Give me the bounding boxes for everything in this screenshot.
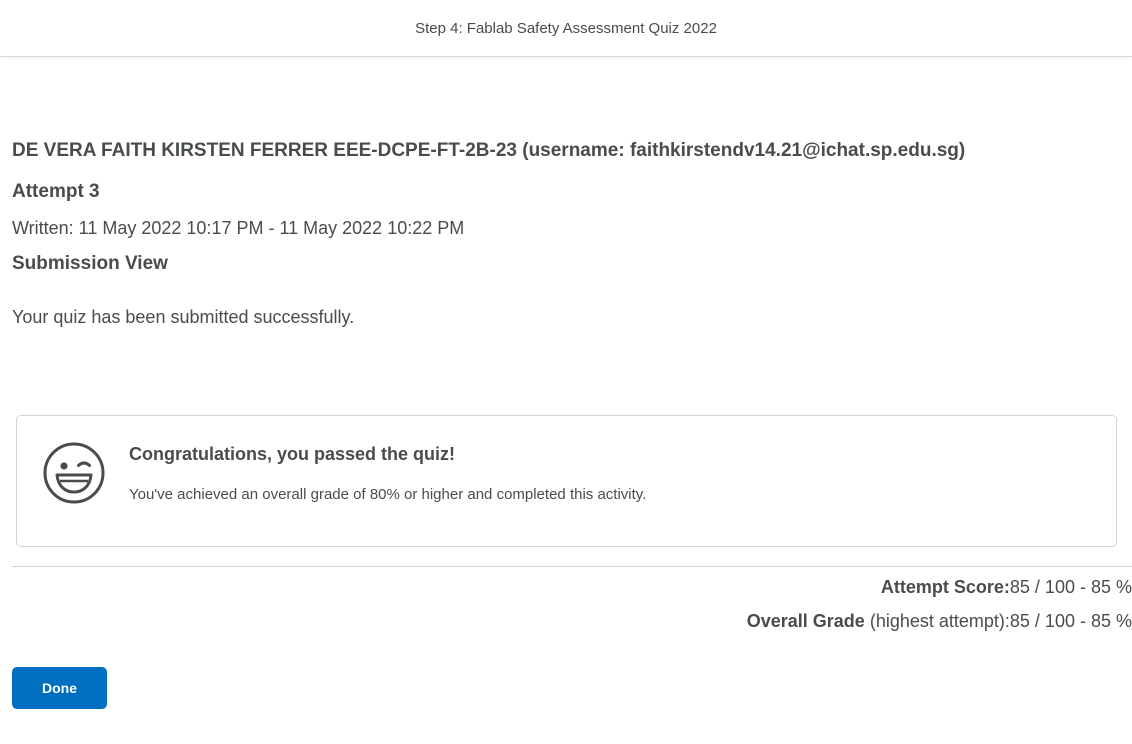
done-button[interactable]: Done xyxy=(12,667,107,709)
overall-grade: Overall Grade (highest attempt):85 / 100… xyxy=(747,611,1132,632)
pass-result-card: Congratulations, you passed the quiz! Yo… xyxy=(16,415,1117,547)
student-name: DE VERA FAITH KIRSTEN FERRER EEE-DCPE-FT… xyxy=(12,140,966,161)
submission-view-heading: Submission View xyxy=(12,253,168,274)
pass-description: You've achieved an overall grade of 80% … xyxy=(129,486,647,503)
submission-success-message: Your quiz has been submitted successfull… xyxy=(12,307,355,327)
attempt-score-value: 85 / 100 - 85 % xyxy=(1009,577,1132,597)
overall-grade-sublabel: (highest attempt): xyxy=(864,611,1010,631)
attempt-number: Attempt 3 xyxy=(12,181,100,202)
divider xyxy=(12,566,1132,567)
top-bar: Step 4: Fablab Safety Assessment Quiz 20… xyxy=(0,0,1132,57)
written-timestamp: Written: 11 May 2022 10:17 PM - 11 May 2… xyxy=(12,218,465,238)
page-title: Step 4: Fablab Safety Assessment Quiz 20… xyxy=(415,19,717,37)
attempt-score: Attempt Score:85 / 100 - 85 % xyxy=(881,577,1132,598)
smiley-icon xyxy=(42,441,106,505)
attempt-score-label: Attempt Score: xyxy=(880,577,1010,597)
overall-grade-value: 85 / 100 - 85 % xyxy=(1009,611,1132,631)
overall-grade-label: Overall Grade xyxy=(746,611,865,631)
pass-title: Congratulations, you passed the quiz! xyxy=(129,444,456,464)
